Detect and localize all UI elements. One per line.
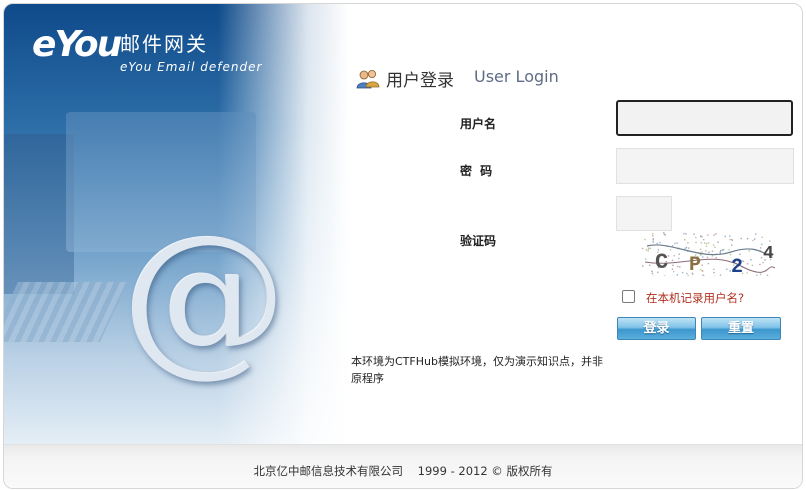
remember-checkbox[interactable] (622, 290, 635, 303)
remember-label[interactable]: 在本机记录用户名? (646, 290, 744, 306)
login-button[interactable]: 登录 (617, 317, 696, 340)
captcha-char: P (689, 254, 701, 276)
login-page: @ eYou 邮件网关 eYou Email defender 用户登录 Use… (3, 3, 803, 489)
brand-logo: eYou 邮件网关 eYou Email defender (32, 22, 272, 82)
product-name-cn: 邮件网关 (120, 32, 208, 56)
users-icon (356, 70, 380, 89)
captcha-input[interactable] (616, 196, 672, 231)
hero-monitor-graphic (4, 134, 74, 294)
at-symbol-graphic: @ (122, 200, 287, 392)
username-label: 用户名 (460, 117, 497, 131)
footer-copyright: 北京亿中邮信息技术有限公司 1999 - 2012 © 版权所有 (253, 464, 553, 478)
logo-mark: eYou (32, 24, 122, 65)
username-input[interactable] (616, 100, 793, 136)
captcha-image[interactable]: C P 2 4 (641, 232, 775, 276)
footer: 北京亿中邮信息技术有限公司 1999 - 2012 © 版权所有 (4, 444, 802, 488)
login-title-en: User Login (474, 67, 559, 86)
hero-keyboard-graphic (4, 282, 128, 342)
password-label: 密 码 (460, 164, 495, 178)
reset-button[interactable]: 重置 (701, 317, 781, 340)
hero-banner: @ eYou 邮件网关 eYou Email defender (4, 4, 349, 444)
environment-notice: 本环境为CTFHub模拟环境，仅为演示知识点，并非原程序 (351, 355, 603, 385)
captcha-char: C (655, 250, 668, 275)
captcha-char: 2 (731, 256, 743, 276)
password-input[interactable] (616, 148, 794, 184)
captcha-char: 4 (763, 244, 774, 264)
login-title-cn: 用户登录 (386, 71, 454, 91)
captcha-label: 验证码 (460, 234, 497, 248)
product-name-en: eYou Email defender (120, 60, 263, 74)
